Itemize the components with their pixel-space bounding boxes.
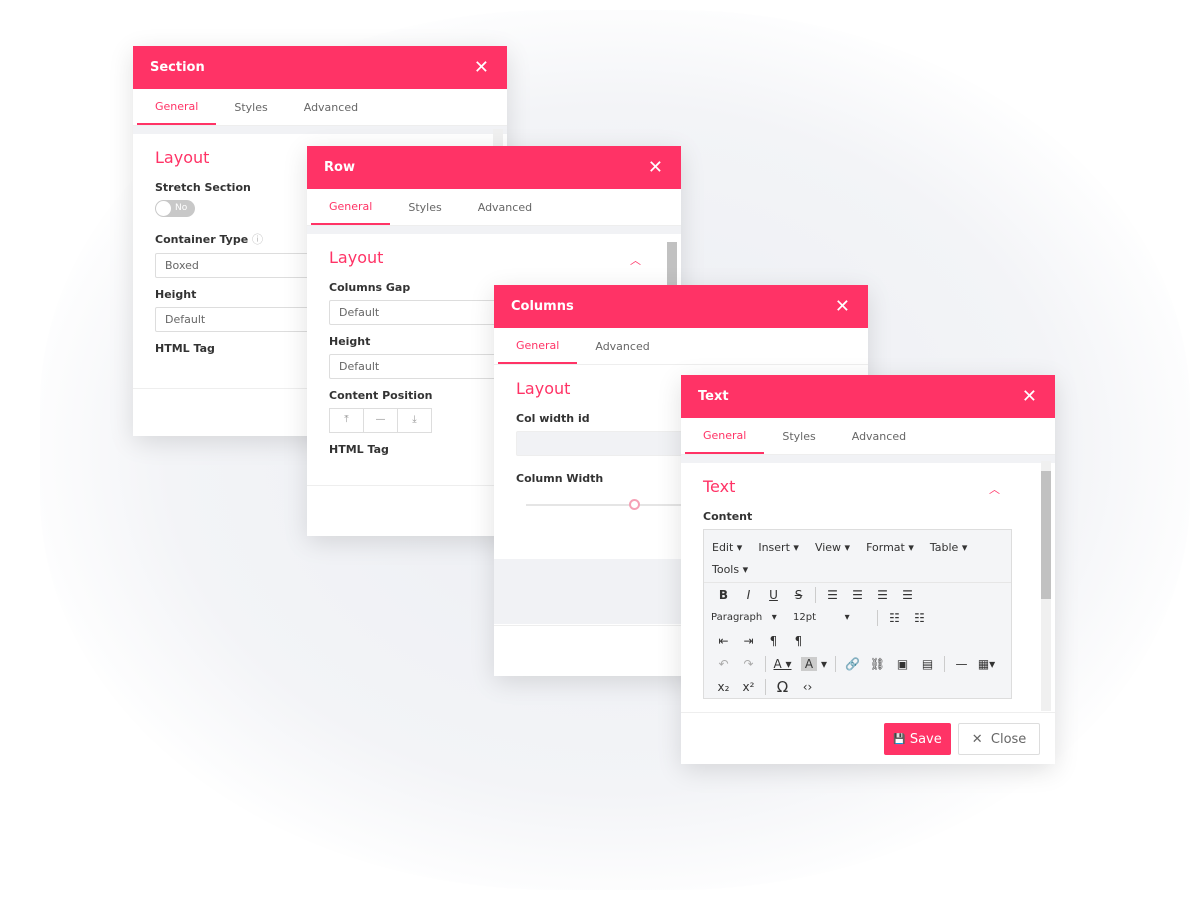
menu-view[interactable]: View ▾ bbox=[815, 536, 850, 558]
menu-edit[interactable]: Edit ▾ bbox=[712, 536, 742, 558]
close-icon[interactable]: ✕ bbox=[835, 296, 850, 317]
block-format-select[interactable]: Paragraph ▾ bbox=[711, 612, 793, 623]
editor-menubar: Edit ▾ Insert ▾ View ▾ Format ▾ Table ▾ … bbox=[704, 530, 1011, 583]
panel-title: Section bbox=[150, 60, 205, 75]
tab-bar: General Styles Advanced bbox=[681, 418, 1055, 455]
section-heading: Text bbox=[703, 477, 736, 496]
collapse-icon[interactable]: ︿ bbox=[630, 252, 641, 268]
panel-title: Row bbox=[324, 160, 355, 175]
tab-styles[interactable]: Styles bbox=[390, 189, 459, 225]
align-top-icon[interactable]: ⤒ bbox=[330, 409, 364, 432]
redo-icon[interactable]: ↷ bbox=[736, 657, 761, 671]
menu-tools[interactable]: Tools ▾ bbox=[712, 558, 748, 580]
tab-advanced[interactable]: Advanced bbox=[286, 89, 376, 125]
panel-title: Columns bbox=[511, 299, 574, 314]
align-bottom-icon[interactable]: ⤓ bbox=[398, 409, 431, 432]
align-right-icon[interactable]: ☰ bbox=[870, 588, 895, 602]
indent-icon[interactable]: ⇥ bbox=[736, 634, 761, 648]
bullet-list-icon[interactable]: ☷ bbox=[882, 611, 907, 625]
subscript-icon[interactable]: x₂ bbox=[711, 680, 736, 694]
special-char-icon[interactable]: Ω bbox=[770, 678, 795, 696]
rtl-icon[interactable]: ¶ bbox=[786, 634, 811, 648]
panel-header: Section ✕ bbox=[133, 46, 507, 89]
image-icon[interactable]: ▣ bbox=[890, 657, 915, 671]
rich-text-editor: Edit ▾ Insert ▾ View ▾ Format ▾ Table ▾ … bbox=[703, 529, 1012, 699]
tab-styles[interactable]: Styles bbox=[216, 89, 285, 125]
text-panel: Text ✕ General Styles Advanced ︿ Text Con… bbox=[681, 375, 1055, 764]
menu-insert[interactable]: Insert ▾ bbox=[758, 536, 799, 558]
table-icon[interactable]: ▦▾ bbox=[974, 657, 999, 671]
strikethrough-icon[interactable]: S bbox=[786, 588, 811, 602]
tab-bar: General Styles Advanced bbox=[133, 89, 507, 126]
tab-advanced[interactable]: Advanced bbox=[834, 418, 924, 454]
horizontal-rule-icon[interactable]: — bbox=[949, 657, 974, 671]
ltr-icon[interactable]: ¶ bbox=[761, 634, 786, 648]
stretch-toggle[interactable]: No bbox=[155, 200, 195, 217]
menu-table[interactable]: Table ▾ bbox=[930, 536, 967, 558]
tab-general[interactable]: General bbox=[498, 328, 578, 364]
close-icon[interactable]: ✕ bbox=[1022, 386, 1037, 407]
panel-header: Text ✕ bbox=[681, 375, 1055, 418]
content-position-group: ⤒ — ⤓ bbox=[329, 408, 432, 433]
tab-styles[interactable]: Styles bbox=[764, 418, 833, 454]
numbered-list-icon[interactable]: ☷ bbox=[907, 611, 932, 625]
tab-general[interactable]: General bbox=[311, 189, 391, 225]
save-icon: 💾 bbox=[893, 733, 906, 745]
container-label: Container Type bbox=[155, 233, 249, 246]
justify-icon[interactable]: ☰ bbox=[895, 588, 920, 602]
superscript-icon[interactable]: x² bbox=[736, 680, 761, 694]
align-middle-icon[interactable]: — bbox=[364, 409, 398, 432]
align-left-icon[interactable]: ☰ bbox=[820, 588, 845, 602]
help-icon[interactable]: ⓘ bbox=[252, 233, 263, 246]
media-icon[interactable]: ▤ bbox=[915, 657, 940, 671]
align-center-icon[interactable]: ☰ bbox=[845, 588, 870, 602]
background-color-icon[interactable]: A bbox=[801, 656, 817, 671]
font-size-select[interactable]: 12pt ▾ bbox=[793, 612, 873, 623]
slider-handle[interactable] bbox=[629, 499, 640, 510]
panel-header: Columns ✕ bbox=[494, 285, 868, 328]
tab-bar: General Styles Advanced bbox=[307, 189, 681, 226]
italic-icon[interactable]: I bbox=[736, 588, 761, 602]
panel-title: Text bbox=[698, 389, 729, 404]
close-button[interactable]: ✕ Close bbox=[958, 723, 1040, 755]
panel-header: Row ✕ bbox=[307, 146, 681, 189]
text-color-icon[interactable]: A ▾ bbox=[770, 657, 795, 671]
source-code-icon[interactable]: ‹› bbox=[795, 680, 820, 694]
menu-format[interactable]: Format ▾ bbox=[866, 536, 914, 558]
save-button[interactable]: 💾 Save bbox=[884, 723, 951, 755]
bold-icon[interactable]: B bbox=[711, 588, 736, 602]
unlink-icon[interactable]: ⛓ bbox=[865, 657, 890, 671]
collapse-icon[interactable]: ︿ bbox=[989, 481, 1000, 497]
tab-general[interactable]: General bbox=[137, 89, 217, 125]
close-icon[interactable]: ✕ bbox=[648, 157, 663, 178]
close-icon: ✕ bbox=[971, 731, 983, 747]
tab-advanced[interactable]: Advanced bbox=[460, 189, 550, 225]
tab-general[interactable]: General bbox=[685, 418, 765, 454]
underline-icon[interactable]: U bbox=[761, 588, 786, 602]
close-icon[interactable]: ✕ bbox=[474, 57, 489, 78]
panel-footer: 💾 Save ✕ Close bbox=[681, 712, 1055, 764]
undo-icon[interactable]: ↶ bbox=[711, 657, 736, 671]
section-heading: Layout bbox=[329, 248, 384, 267]
link-icon[interactable]: 🔗 bbox=[840, 657, 865, 671]
content-label: Content bbox=[703, 510, 753, 523]
outdent-icon[interactable]: ⇤ bbox=[711, 634, 736, 648]
tab-advanced[interactable]: Advanced bbox=[577, 328, 667, 364]
tab-bar: General Advanced bbox=[494, 328, 868, 365]
